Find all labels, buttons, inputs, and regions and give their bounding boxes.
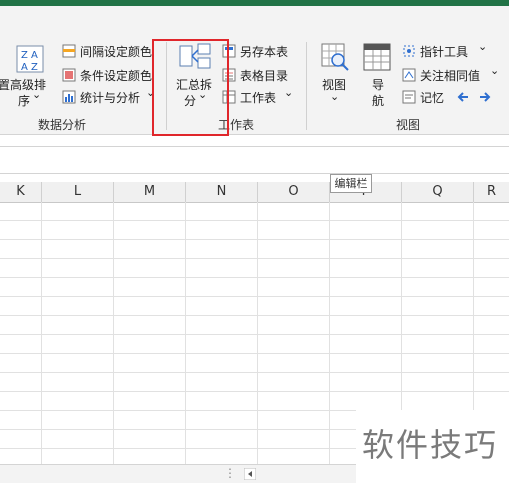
save-sheet-as-button[interactable]: 另存本表 xyxy=(222,42,302,60)
formula-bar-tooltip: 编辑栏 xyxy=(330,174,372,193)
sheet-directory-button[interactable]: 表格目录 xyxy=(222,66,302,84)
conditional-color-icon xyxy=(62,68,76,82)
view-group-label: 视图 xyxy=(396,118,421,132)
navigation-grid-icon xyxy=(363,43,391,71)
stats-analysis-button[interactable]: 统计与分析 ⌄ xyxy=(62,86,155,106)
scroll-grip-icon: ⋮ xyxy=(224,466,236,480)
grid-line xyxy=(0,239,509,240)
grid-line xyxy=(0,277,509,278)
worksheet-menu-button[interactable]: 工作表 ⌄ xyxy=(222,86,302,106)
interval-color-label: 间隔设定颜色 xyxy=(80,45,153,59)
memory-label: 记忆 xyxy=(420,91,445,105)
column-header-l[interactable]: L xyxy=(42,182,114,202)
save-sheet-as-label: 另存本表 xyxy=(240,45,289,59)
pointer-tool-label: 指针工具 xyxy=(420,45,469,59)
grid-line xyxy=(0,258,509,259)
grid-line xyxy=(0,220,509,221)
chevron-down-icon: ⌄ xyxy=(330,90,340,103)
focus-same-value-button[interactable]: 关注相同值 ⌄ xyxy=(402,64,506,84)
stats-icon xyxy=(62,90,76,104)
column-header-n[interactable]: N xyxy=(186,182,258,202)
chevron-down-icon: ⌄ xyxy=(490,64,500,77)
group-divider xyxy=(306,42,307,130)
watermark-text: 软件技巧 xyxy=(362,426,499,464)
data-analysis-group-label: 数据分析 xyxy=(38,118,87,132)
grid-line xyxy=(0,372,509,373)
navigation-label-2: 航 xyxy=(372,94,385,108)
interval-color-icon xyxy=(62,44,76,58)
advanced-sort-button[interactable]: Z A A Z 高级排 序 ⌄ xyxy=(10,42,48,108)
chevron-down-icon: ⌄ xyxy=(284,86,294,99)
focus-same-value-label: 关注相同值 xyxy=(420,69,481,83)
grid-line xyxy=(0,315,509,316)
scroll-left-icon[interactable] xyxy=(244,468,256,480)
column-header-m[interactable]: M xyxy=(114,182,186,202)
ribbon-partial-label: 置 xyxy=(0,78,11,92)
column-header-r[interactable]: R xyxy=(474,182,509,202)
interval-color-button[interactable]: 间隔设定颜色 xyxy=(62,42,154,60)
worksheet-menu-label: 工作表 xyxy=(240,91,277,105)
highlight-box xyxy=(152,39,229,136)
memory-icon xyxy=(402,90,416,104)
stats-analysis-label: 统计与分析 xyxy=(80,91,141,105)
grid-line xyxy=(0,391,509,392)
svg-text:Z: Z xyxy=(21,50,28,61)
grid-line xyxy=(0,296,509,297)
grid-line xyxy=(41,202,42,464)
ribbon: 置 Z A A Z 高级排 序 ⌄ 间隔设定颜色 条件设定颜色 统计与分析 ⌄ … xyxy=(0,6,509,136)
grid-line xyxy=(0,353,509,354)
svg-text:A: A xyxy=(21,62,28,73)
navigation-button[interactable]: 导 航 xyxy=(360,40,396,108)
grid-line xyxy=(257,202,258,464)
chevron-down-icon: ⌄ xyxy=(32,88,42,101)
svg-text:Z: Z xyxy=(31,62,38,73)
grid-line xyxy=(185,202,186,464)
focus-same-value-icon xyxy=(402,68,416,82)
view-button[interactable]: 视图 ⌄ xyxy=(318,40,354,106)
back-arrow-icon[interactable] xyxy=(456,90,470,104)
advanced-sort-label-2: 序 xyxy=(18,94,31,108)
grid-line xyxy=(113,202,114,464)
navigation-label: 导 xyxy=(372,78,385,92)
formula-bar[interactable] xyxy=(0,146,509,174)
chevron-down-icon: ⌄ xyxy=(478,40,488,53)
sheet-directory-label: 表格目录 xyxy=(240,69,289,83)
column-header-q[interactable]: Q xyxy=(402,182,474,202)
grid-line xyxy=(329,202,330,464)
grid-line xyxy=(0,334,509,335)
column-header-o[interactable]: O xyxy=(258,182,330,202)
conditional-color-label: 条件设定颜色 xyxy=(80,69,153,83)
column-header-row: K L M N O P Q R xyxy=(0,182,509,203)
pointer-tool-button[interactable]: 指针工具 ⌄ xyxy=(402,40,502,60)
svg-text:A: A xyxy=(31,50,38,61)
pointer-tool-icon xyxy=(403,45,415,57)
view-magnifier-icon xyxy=(321,43,349,71)
sort-az-icon: Z A A Z xyxy=(16,45,44,73)
horizontal-scrollbar[interactable]: ⋮ xyxy=(0,464,356,483)
conditional-color-button[interactable]: 条件设定颜色 xyxy=(62,66,154,84)
column-header-k[interactable]: K xyxy=(0,182,42,202)
forward-arrow-icon[interactable] xyxy=(478,90,492,104)
memory-button[interactable]: 记忆 xyxy=(402,88,452,106)
